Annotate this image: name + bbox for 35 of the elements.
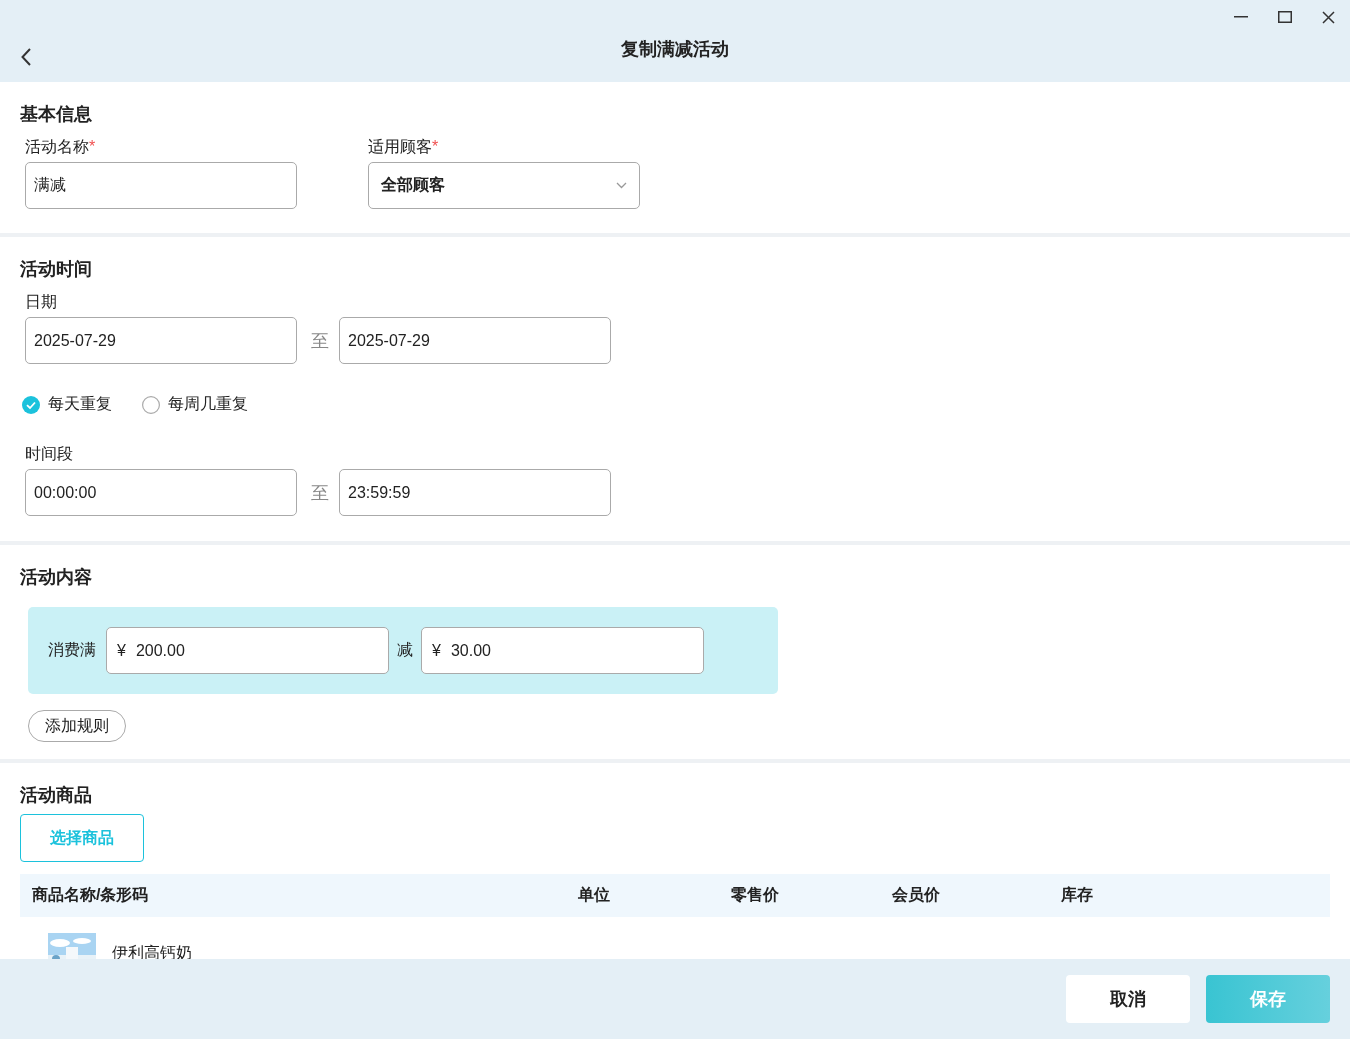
rule-label: 消费满 [48,640,96,660]
time-field[interactable]: 23:59:59 [339,469,611,516]
range-separator: 至 [311,329,329,353]
window-title: 复制满减活动 [621,38,729,61]
column-header: 零售价 [731,885,779,905]
customer-dropdown[interactable]: 全部顾客 [368,162,640,209]
back-icon[interactable] [21,48,31,66]
time-field[interactable]: 00:00:00 [25,469,297,516]
repeat-radio[interactable]: 每周几重复 [142,394,248,415]
date-field[interactable]: 2025-07-29 [339,317,611,364]
amount-field[interactable]: ¥ 200.00 [106,627,389,674]
field-label: 活动名称* [24,137,97,157]
section-heading: 活动商品 [20,784,93,807]
column-header: 单位 [578,885,610,905]
section-heading: 活动内容 [20,566,93,589]
field-label: 时间段 [24,444,74,464]
section-heading: 基本信息 [20,103,93,126]
column-header: 库存 [1061,885,1093,905]
field-label: 适用顾客* [367,137,440,157]
maximize-icon[interactable] [1278,11,1292,23]
chevron-down-icon [616,182,627,189]
column-header: 商品名称/条形码 [32,885,149,905]
text-field[interactable]: 满减 [25,162,297,209]
close-icon[interactable] [1322,10,1335,24]
repeat-radio[interactable]: 每天重复 [22,394,112,415]
add-rule-button[interactable]: 添加规则 [28,710,126,742]
rule-label: 减 [397,640,413,660]
field-label: 日期 [24,292,58,312]
range-separator: 至 [311,481,329,505]
cancel-button[interactable]: 取消 [1066,975,1190,1023]
date-field[interactable]: 2025-07-29 [25,317,297,364]
section-heading: 活动时间 [20,258,93,281]
minimize-icon[interactable] [1234,16,1248,18]
column-header: 会员价 [892,885,940,905]
amount-field[interactable]: ¥ 30.00 [421,627,704,674]
